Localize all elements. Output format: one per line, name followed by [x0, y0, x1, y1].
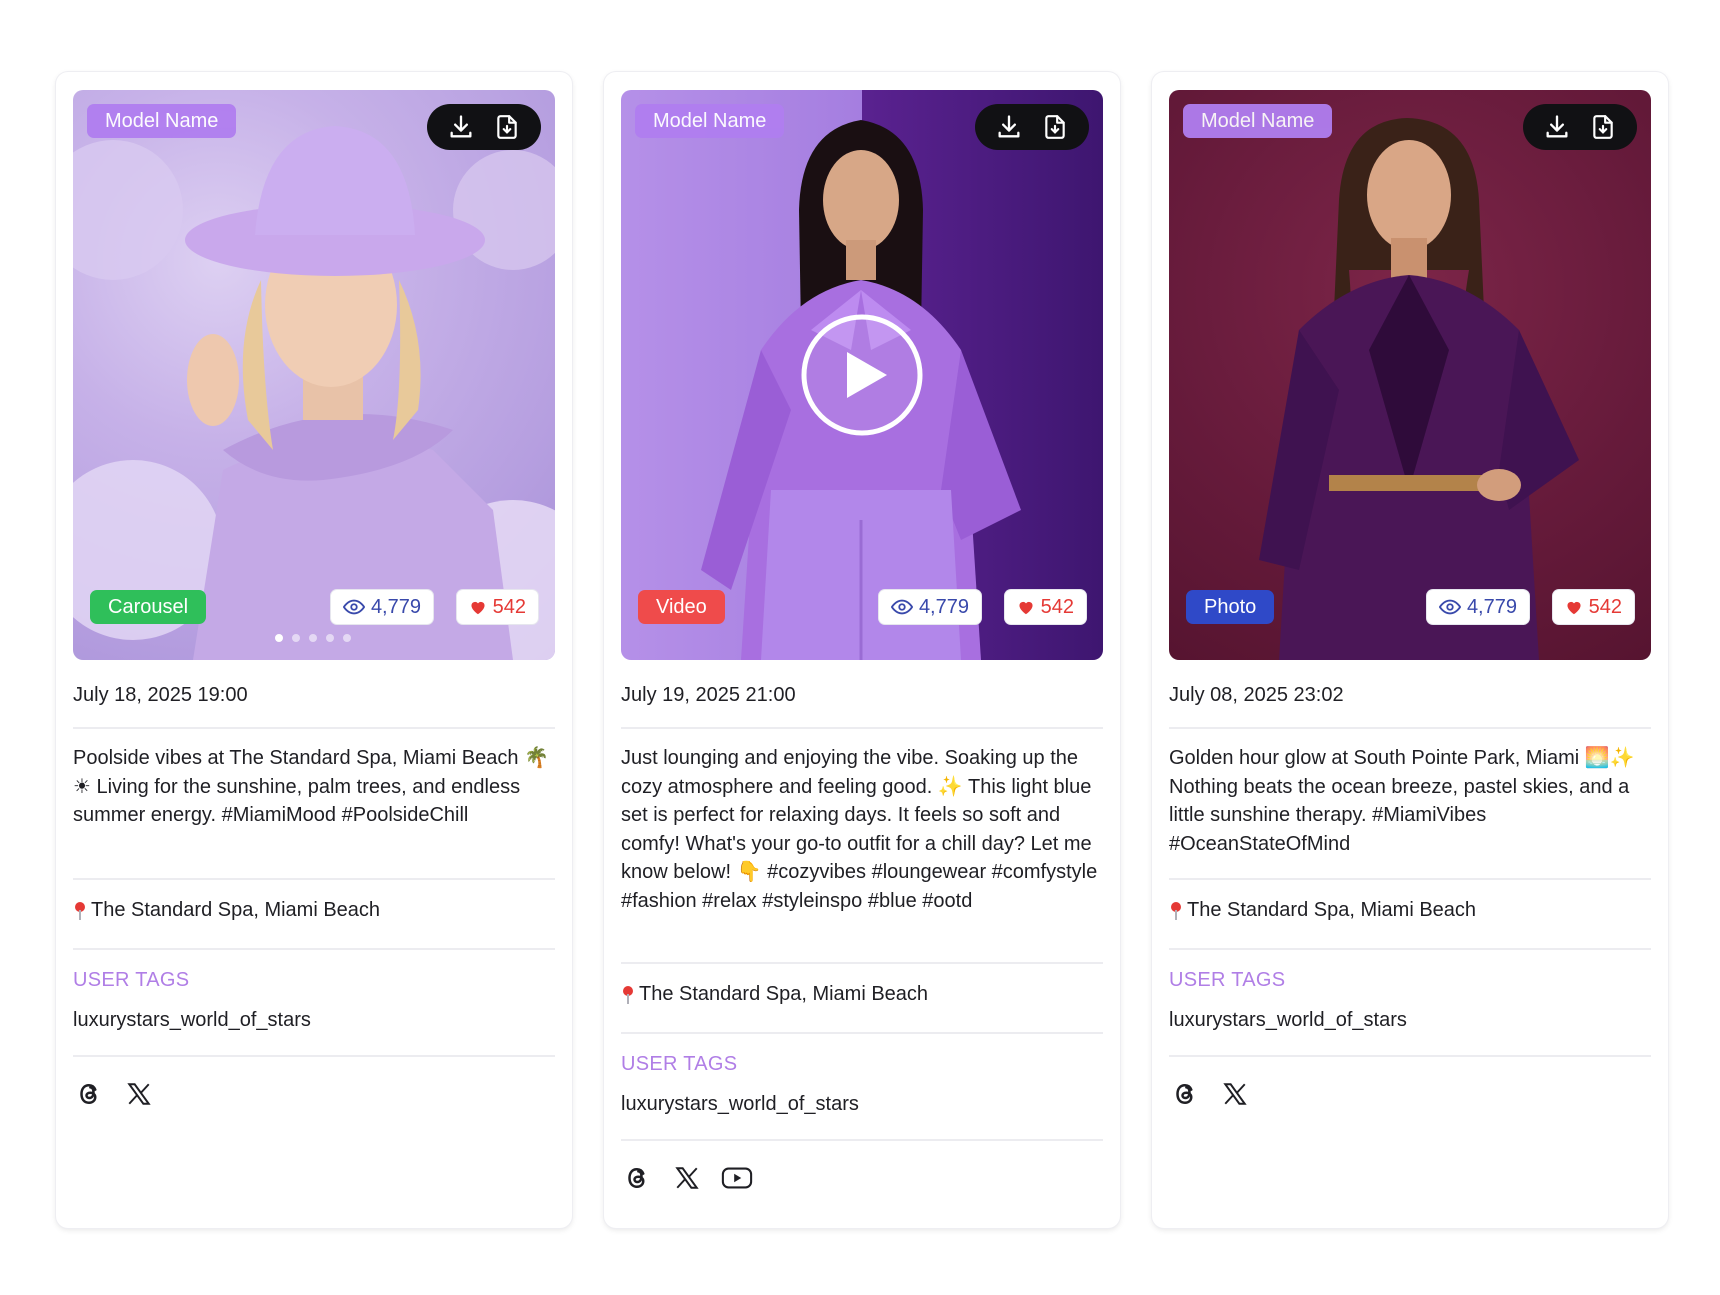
download-actions: [975, 104, 1089, 150]
social-links: [1169, 1078, 1251, 1110]
divider: [73, 948, 555, 950]
views-count: 4,779: [918, 595, 969, 618]
likes-count: 542: [492, 595, 526, 618]
divider: [73, 1055, 555, 1057]
post-location: The Standard Spa, Miami Beach: [621, 983, 928, 1006]
post-date: July 08, 2025 23:02: [1169, 684, 1344, 706]
post-date: July 18, 2025 19:00: [73, 684, 248, 706]
location-label: The Standard Spa, Miami Beach: [639, 983, 929, 1005]
social-links: [621, 1162, 753, 1194]
eye-icon: [890, 599, 913, 615]
likes-count: 542: [1588, 595, 1622, 618]
eye-icon: [1438, 599, 1461, 615]
carousel-dot[interactable]: [292, 634, 300, 642]
carousel-dots: [275, 634, 351, 642]
x-icon[interactable]: [1219, 1078, 1251, 1110]
pin-icon: [623, 985, 633, 1004]
post-photo: [1259, 118, 1579, 660]
views-count: 4,779: [1466, 595, 1517, 618]
likes-stat: 542: [1004, 590, 1086, 624]
media-type-badge: Carousel: [90, 590, 207, 624]
post-location: The Standard Spa, Miami Beach: [1169, 899, 1476, 922]
download-file-icon[interactable]: [491, 111, 523, 143]
post-photo: [701, 120, 1021, 660]
user-tags-label: USER TAGS: [73, 969, 190, 991]
views-count: 4,779: [370, 595, 421, 618]
carousel-dot[interactable]: [326, 634, 334, 642]
post-caption: Just lounging and enjoying the vibe. Soa…: [621, 747, 1098, 912]
model-name-chip: Model Name: [87, 104, 237, 138]
post-location: The Standard Spa, Miami Beach: [73, 899, 380, 922]
post-caption: Golden hour glow at South Pointe Park, M…: [1169, 747, 1635, 855]
divider: [1169, 878, 1651, 880]
divider: [73, 878, 555, 880]
model-name-chip: Model Name: [635, 104, 785, 138]
download-icon[interactable]: [993, 111, 1025, 143]
threads-icon[interactable]: [1169, 1078, 1201, 1110]
user-tags-label: USER TAGS: [621, 1053, 738, 1075]
user-tag[interactable]: luxurystars_world_of_stars: [621, 1093, 859, 1116]
download-icon[interactable]: [445, 111, 477, 143]
user-tag[interactable]: luxurystars_world_of_stars: [1169, 1009, 1407, 1032]
media-type-badge: Video: [638, 590, 725, 624]
views-stat: 4,779: [878, 590, 981, 624]
location-label: The Standard Spa, Miami Beach: [91, 899, 381, 921]
divider: [1169, 727, 1651, 729]
download-file-icon[interactable]: [1587, 111, 1619, 143]
download-icon[interactable]: [1541, 111, 1573, 143]
divider: [1169, 948, 1651, 950]
download-file-icon[interactable]: [1039, 111, 1071, 143]
download-actions: [1523, 104, 1637, 150]
post-media[interactable]: Model Name Video 4,779 542: [621, 90, 1103, 660]
pin-icon: [1171, 901, 1181, 920]
pin-icon: [75, 901, 85, 920]
heart-icon: [1567, 601, 1581, 615]
location-label: The Standard Spa, Miami Beach: [1187, 899, 1477, 921]
posts-grid: Model Name Carousel 4,779 542 July 18, 2…: [56, 72, 1668, 1228]
post-date: July 19, 2025 21:00: [621, 684, 796, 706]
likes-stat: 542: [1552, 590, 1634, 624]
eye-icon: [342, 599, 365, 615]
divider: [621, 1139, 1103, 1141]
social-links: [73, 1078, 155, 1110]
post-card: Model Name Photo 4,779 542 July 08, 2025…: [1152, 72, 1668, 1228]
heart-icon: [1019, 601, 1033, 615]
post-photo: [73, 126, 555, 660]
carousel-dot[interactable]: [343, 634, 351, 642]
youtube-icon[interactable]: [721, 1162, 753, 1194]
download-actions: [427, 104, 541, 150]
threads-icon[interactable]: [621, 1162, 653, 1194]
post-caption: Poolside vibes at The Standard Spa, Miam…: [73, 747, 549, 826]
threads-icon[interactable]: [73, 1078, 105, 1110]
likes-count: 542: [1040, 595, 1074, 618]
views-stat: 4,779: [330, 590, 433, 624]
heart-icon: [471, 601, 485, 615]
post-media[interactable]: Model Name Photo 4,779 542: [1169, 90, 1651, 660]
divider: [621, 727, 1103, 729]
model-name-chip: Model Name: [1183, 104, 1333, 138]
carousel-dot[interactable]: [309, 634, 317, 642]
post-media[interactable]: Model Name Carousel 4,779 542: [73, 90, 555, 660]
divider: [73, 727, 555, 729]
x-icon[interactable]: [671, 1162, 703, 1194]
media-type-badge: Photo: [1186, 590, 1275, 624]
views-stat: 4,779: [1426, 590, 1529, 624]
user-tag[interactable]: luxurystars_world_of_stars: [73, 1009, 311, 1032]
likes-stat: 542: [456, 590, 538, 624]
user-tags-label: USER TAGS: [1169, 969, 1286, 991]
x-icon[interactable]: [123, 1078, 155, 1110]
divider: [621, 962, 1103, 964]
post-card: Model Name Video 4,779 542 July 19, 2025…: [604, 72, 1120, 1228]
divider: [1169, 1055, 1651, 1057]
post-card: Model Name Carousel 4,779 542 July 18, 2…: [56, 72, 572, 1228]
carousel-dot[interactable]: [275, 634, 283, 642]
divider: [621, 1032, 1103, 1034]
